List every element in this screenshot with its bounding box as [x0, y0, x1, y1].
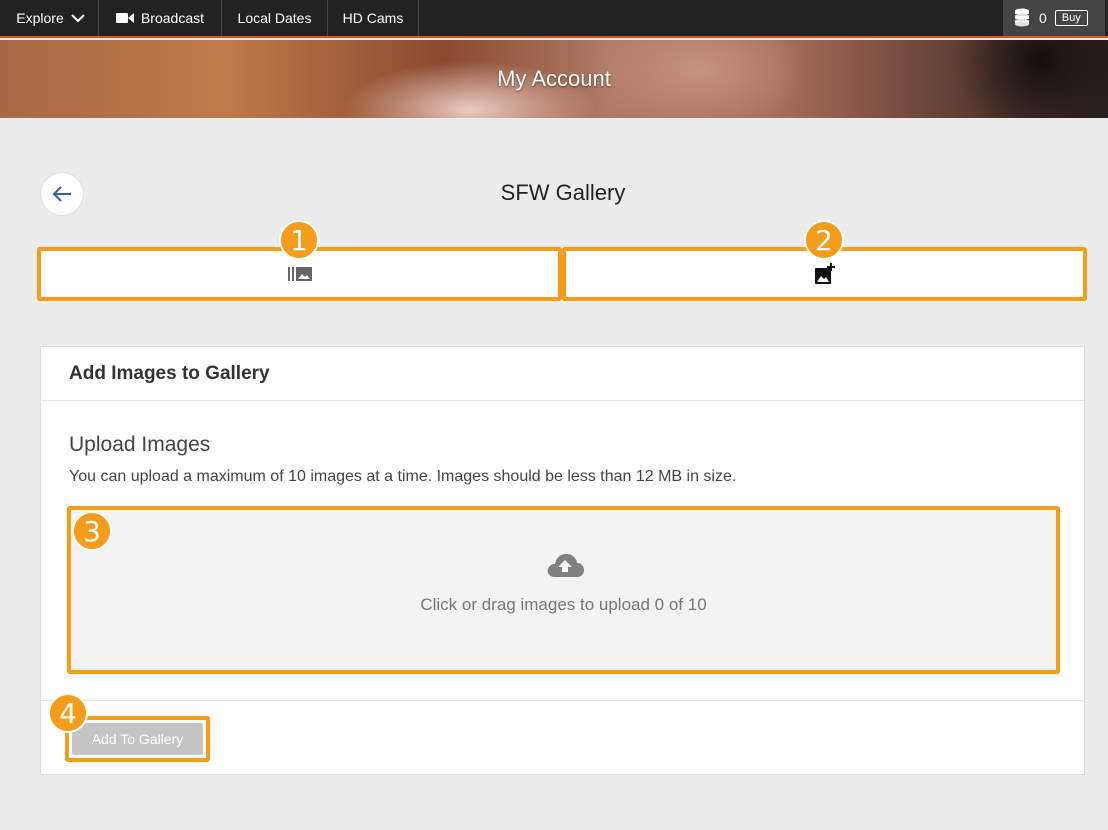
- video-camera-icon: [115, 13, 134, 23]
- step-marker-3: 3: [72, 511, 112, 551]
- nav-hd-cams-label: HD Cams: [342, 10, 404, 26]
- cloud-upload-icon: [547, 553, 584, 577]
- upload-title: Upload Images: [69, 433, 211, 456]
- page-title: SFW Gallery: [500, 180, 626, 205]
- buy-button[interactable]: Buy: [1054, 10, 1088, 26]
- add-button-highlight: Add To Gallery: [65, 716, 210, 762]
- nav-explore[interactable]: Explore: [3, 0, 99, 36]
- dropzone-text: Click or drag images to upload 0 of 10: [420, 595, 707, 614]
- hero-title: My Account: [497, 66, 611, 91]
- hero-banner: My Account: [0, 40, 1108, 118]
- upload-dropzone[interactable]: Click or drag images to upload 0 of 10: [67, 506, 1060, 674]
- top-nav: Explore Broadcast Local Dates HD Cams 0 …: [0, 0, 1108, 38]
- step-marker-1: 1: [279, 220, 319, 260]
- nav-local-dates[interactable]: Local Dates: [222, 0, 328, 36]
- coin-count: 0: [1039, 10, 1047, 26]
- coin-balance: 0 Buy: [1003, 0, 1105, 36]
- add-photo-icon: [814, 263, 835, 284]
- nav-broadcast[interactable]: Broadcast: [99, 0, 222, 36]
- add-to-gallery-button[interactable]: Add To Gallery: [72, 723, 203, 755]
- upload-description: You can upload a maximum of 10 images at…: [69, 468, 737, 485]
- panel-header: Add Images to Gallery: [41, 347, 1084, 401]
- step-marker-4: 4: [48, 693, 88, 733]
- chevron-down-icon: [71, 13, 85, 22]
- nav-broadcast-label: Broadcast: [140, 10, 205, 26]
- gallery-icon: [287, 267, 312, 281]
- coins-icon: [1015, 8, 1029, 27]
- nav-explore-label: Explore: [16, 10, 64, 26]
- nav-hd-cams[interactable]: HD Cams: [328, 0, 419, 36]
- panel-footer-divider: [41, 700, 1084, 701]
- nav-local-dates-label: Local Dates: [237, 10, 312, 26]
- step-marker-2: 2: [804, 220, 844, 260]
